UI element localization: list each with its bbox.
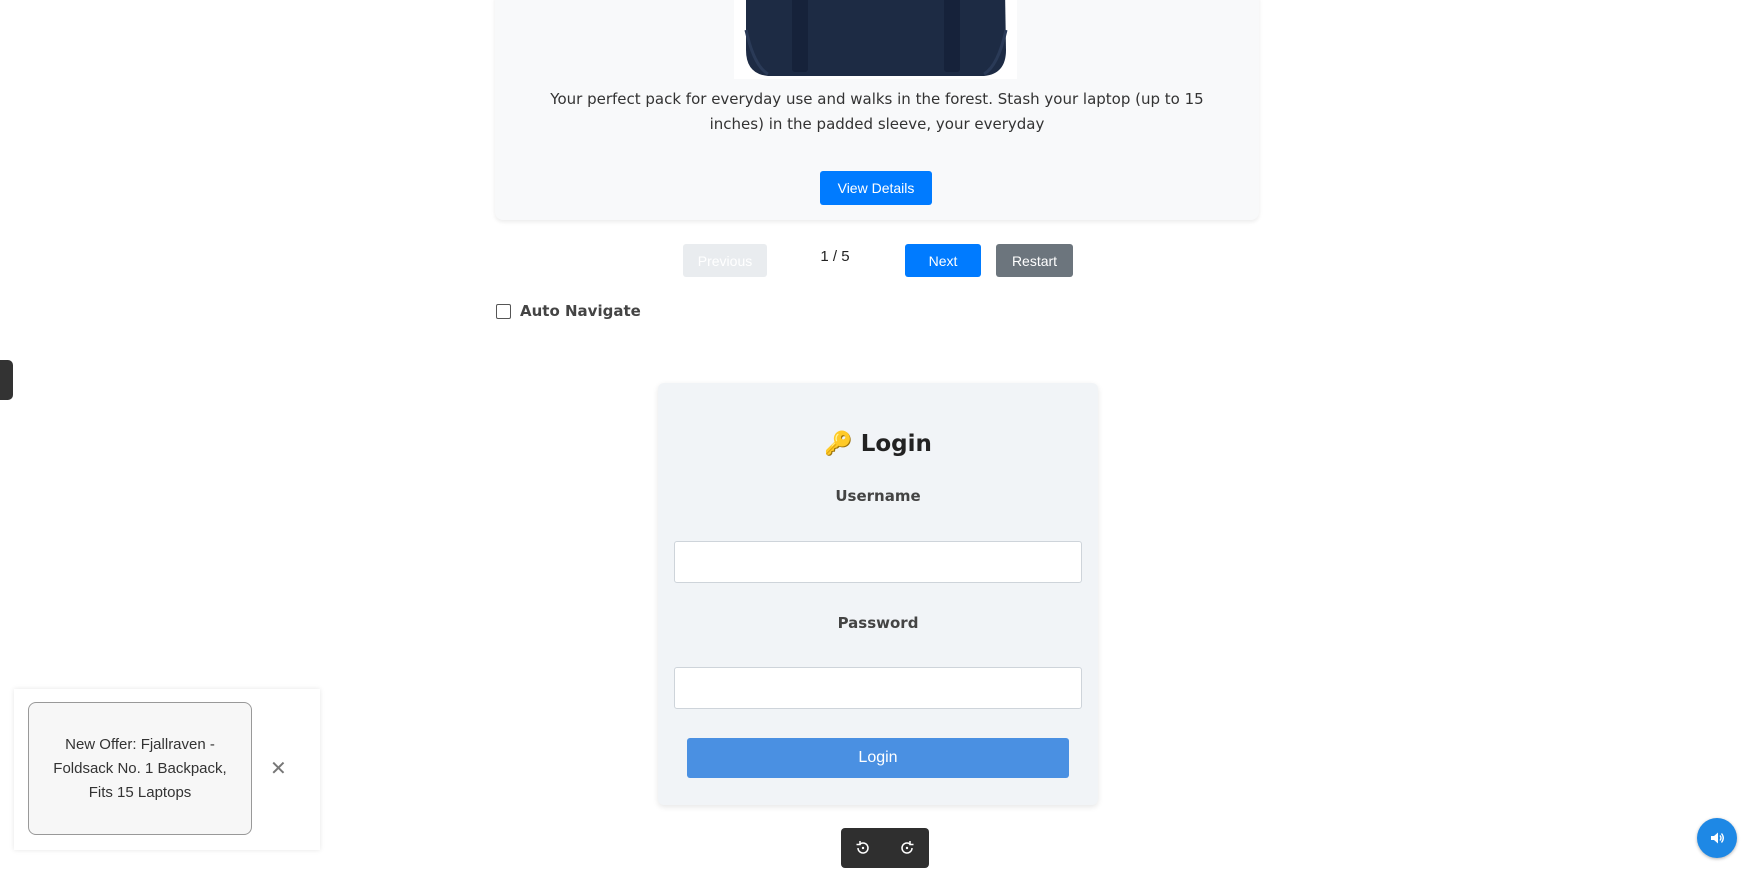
side-tab-handle[interactable]: [0, 360, 13, 400]
username-label: Username: [835, 487, 921, 505]
rewind-icon[interactable]: [852, 837, 874, 859]
previous-button[interactable]: Previous: [683, 244, 767, 277]
login-title: 🔑 Login: [824, 431, 932, 457]
restart-button[interactable]: Restart: [996, 244, 1073, 277]
login-button[interactable]: Login: [687, 738, 1069, 778]
page-indicator: 1 / 5: [820, 248, 850, 265]
speaker-icon[interactable]: [1697, 818, 1737, 858]
login-card: 🔑 Login Username Password Login: [658, 383, 1098, 805]
media-controls: [841, 828, 929, 868]
password-label: Password: [837, 614, 919, 632]
product-description: Your perfect pack for everyday use and w…: [550, 90, 1204, 133]
password-input[interactable]: [674, 667, 1082, 709]
username-input[interactable]: [674, 541, 1082, 583]
product-card: Your perfect pack for everyday use and w…: [495, 0, 1259, 220]
close-icon[interactable]: ✕: [270, 756, 287, 780]
auto-navigate-toggle[interactable]: Auto Navigate: [496, 302, 641, 320]
offer-message[interactable]: New Offer: Fjallraven - Foldsack No. 1 B…: [28, 702, 252, 835]
auto-navigate-checkbox[interactable]: [496, 303, 511, 319]
view-details-button[interactable]: View Details: [820, 171, 932, 205]
product-image: [734, 0, 1017, 79]
next-button[interactable]: Next: [905, 244, 981, 277]
auto-navigate-label: Auto Navigate: [520, 302, 641, 320]
offer-popup: New Offer: Fjallraven - Foldsack No. 1 B…: [14, 689, 320, 850]
forward-icon[interactable]: [896, 837, 918, 859]
